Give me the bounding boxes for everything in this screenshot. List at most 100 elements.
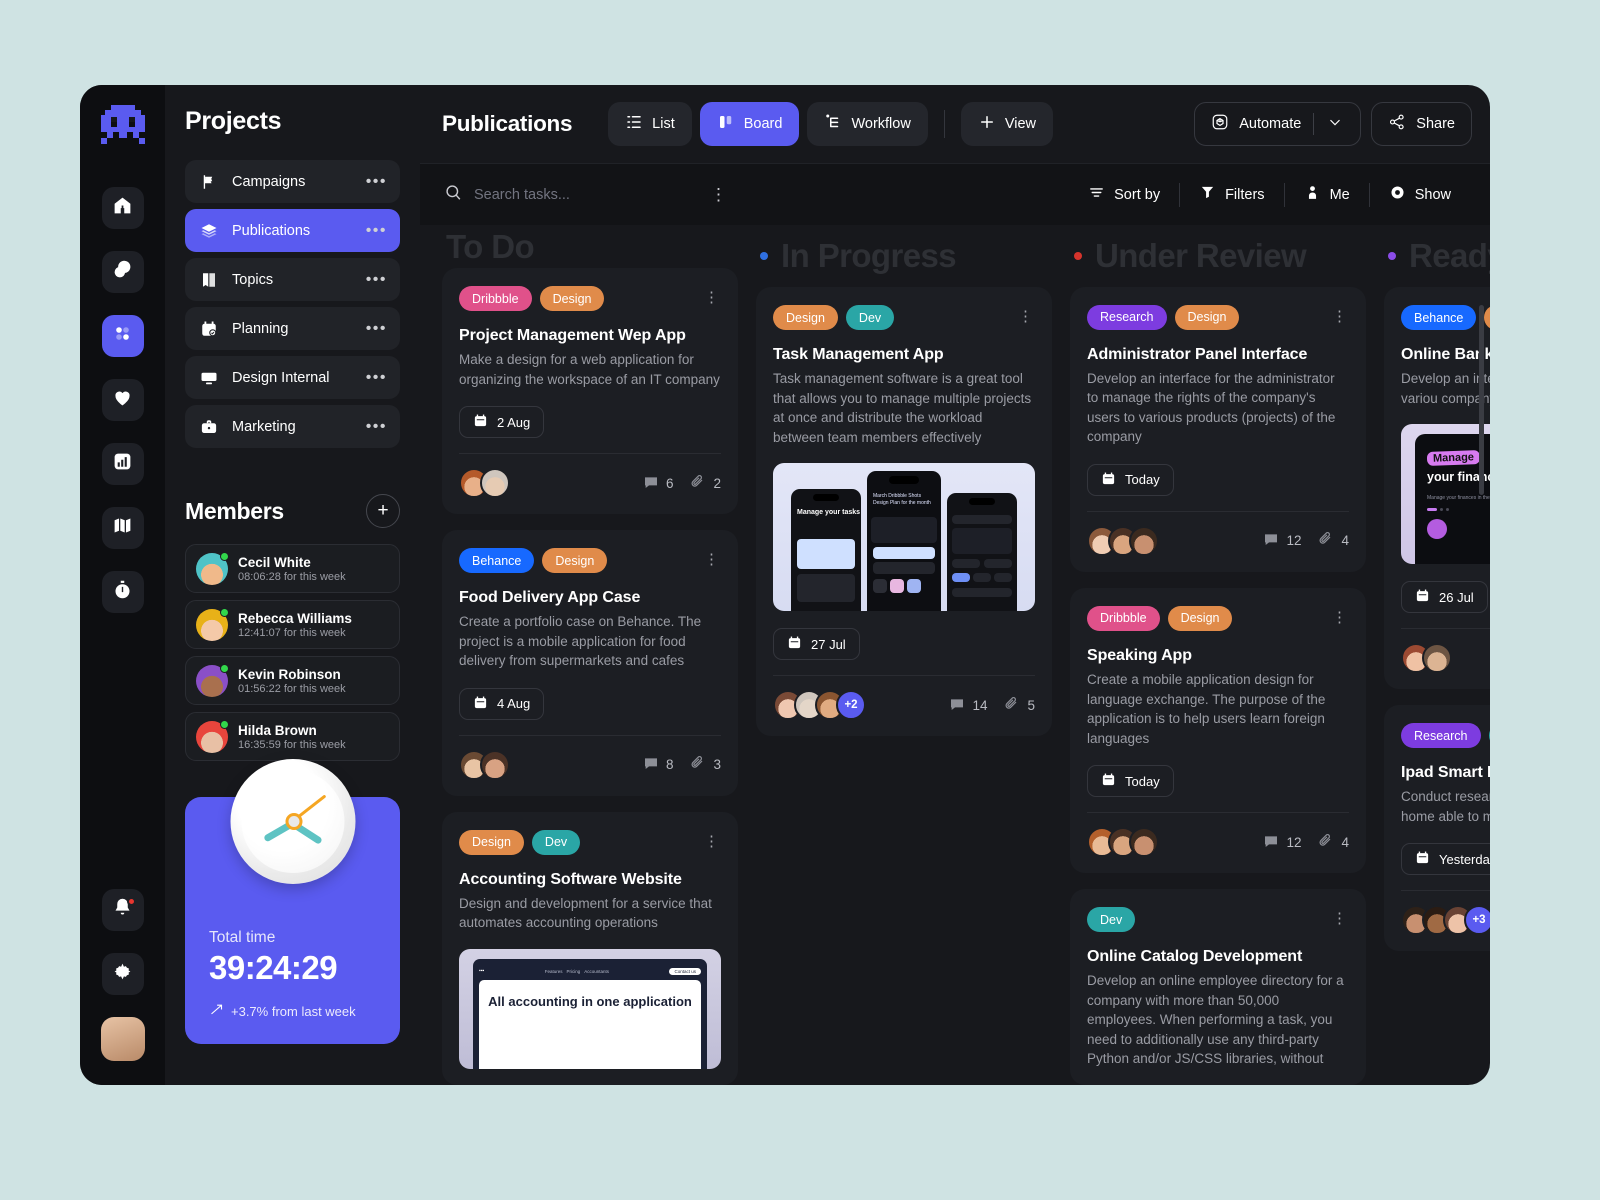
- task-card[interactable]: Behance De ⋮ Online Bank A Develop an in…: [1384, 287, 1490, 690]
- list-item[interactable]: Kevin Robinson 01:56:22 for this week: [185, 656, 400, 705]
- project-menu-icon[interactable]: •••: [366, 271, 387, 287]
- rail-item-analytics[interactable]: [101, 443, 144, 485]
- status-badge[interactable]: De: [1484, 305, 1490, 330]
- tab-list[interactable]: List: [608, 102, 692, 146]
- task-card[interactable]: Design Dev ⋮ Accounting Software Website…: [442, 811, 738, 1085]
- assignee-avatars[interactable]: [459, 749, 510, 780]
- task-card[interactable]: Behance Design ⋮ Food Delivery App Case …: [442, 530, 738, 796]
- list-item[interactable]: Cecil White 08:06:28 for this week: [185, 544, 400, 593]
- sidebar-item-marketing[interactable]: Marketing •••: [185, 405, 400, 448]
- sort-by-button[interactable]: Sort by: [1069, 182, 1179, 208]
- card-menu-icon[interactable]: ⋮: [702, 291, 721, 305]
- task-card[interactable]: Research D ⋮ Ipad Smart H Conduct resear…: [1384, 705, 1490, 952]
- sidebar-item-planning[interactable]: Planning •••: [185, 307, 400, 350]
- due-date-chip[interactable]: 27 Jul: [773, 628, 860, 661]
- list-item[interactable]: Rebecca Williams 12:41:07 for this week: [185, 600, 400, 649]
- rail-item-home[interactable]: [101, 187, 144, 229]
- search-box[interactable]: [444, 183, 704, 207]
- assignee-avatars[interactable]: [1401, 643, 1452, 674]
- status-badge[interactable]: Research: [1087, 304, 1167, 330]
- assignee-avatars[interactable]: [1087, 827, 1159, 858]
- search-more-icon[interactable]: ⋮: [710, 186, 727, 203]
- sidebar-item-topics[interactable]: Topics •••: [185, 258, 400, 301]
- kanban-board[interactable]: To Do Dribbble Design ⋮ Project Manageme…: [420, 225, 1490, 1085]
- status-badge[interactable]: Design: [459, 829, 524, 855]
- task-card[interactable]: Dribbble Design ⋮ Speaking App Create a …: [1070, 587, 1366, 874]
- status-badge[interactable]: Design: [539, 286, 605, 312]
- list-item[interactable]: Hilda Brown 16:35:59 for this week: [185, 712, 400, 761]
- project-menu-icon[interactable]: •••: [366, 173, 387, 189]
- automate-button[interactable]: Automate: [1194, 102, 1362, 146]
- status-badge[interactable]: Behance: [1401, 305, 1477, 330]
- extra-assignee-count[interactable]: +3: [1464, 905, 1490, 936]
- card-footer: +3: [1401, 890, 1490, 936]
- status-badge[interactable]: Dribbble: [459, 286, 532, 312]
- status-badge[interactable]: Dribbble: [1087, 605, 1160, 631]
- status-badge[interactable]: Behance: [459, 548, 535, 574]
- status-badge[interactable]: Design: [773, 305, 838, 330]
- project-menu-icon[interactable]: •••: [366, 418, 387, 434]
- card-menu-icon[interactable]: ⋮: [1330, 309, 1349, 323]
- rail-item-map[interactable]: [101, 507, 144, 549]
- scrollbar-thumb[interactable]: [1479, 305, 1484, 495]
- status-badge[interactable]: Dev: [531, 829, 581, 855]
- tab-workflow[interactable]: Workflow: [807, 102, 928, 146]
- sidebar-item-publications[interactable]: Publications •••: [185, 209, 400, 252]
- view-switcher: List Board Workflow: [608, 102, 928, 146]
- task-card[interactable]: Dev ⋮ Online Catalog Development Develop…: [1070, 889, 1366, 1085]
- avatar[interactable]: [100, 1017, 145, 1061]
- search-input[interactable]: [474, 186, 704, 203]
- card-menu-icon[interactable]: ⋮: [702, 553, 721, 567]
- rail-item-settings[interactable]: [101, 953, 144, 995]
- add-member-button[interactable]: +: [366, 494, 400, 528]
- status-badge[interactable]: Dev: [1087, 907, 1136, 933]
- filters-button[interactable]: Filters: [1180, 182, 1283, 208]
- task-card[interactable]: Dribbble Design ⋮ Project Management Wep…: [442, 268, 738, 515]
- sidebar-item-design-internal[interactable]: Design Internal •••: [185, 356, 400, 399]
- rail-item-messages[interactable]: [101, 251, 144, 293]
- share-button[interactable]: Share: [1371, 102, 1472, 146]
- card-menu-icon[interactable]: ⋮: [1016, 310, 1035, 324]
- chevron-down-icon[interactable]: [1326, 113, 1344, 135]
- due-date-chip[interactable]: 26 Jul: [1401, 581, 1488, 614]
- assignee-avatars[interactable]: [459, 468, 510, 499]
- tab-board[interactable]: Board: [699, 102, 800, 146]
- rail-item-notifications[interactable]: [101, 889, 144, 931]
- sidebar-item-campaigns[interactable]: Campaigns •••: [185, 160, 400, 203]
- board-scrollbar[interactable]: [1479, 305, 1484, 1071]
- me-filter-button[interactable]: Me: [1285, 182, 1369, 208]
- card-menu-icon[interactable]: ⋮: [1330, 912, 1349, 926]
- calendar-icon: [1415, 588, 1430, 606]
- task-card[interactable]: Research Design ⋮ Administrator Panel In…: [1070, 286, 1366, 572]
- due-date-chip[interactable]: Today: [1087, 765, 1174, 798]
- assignee-avatars[interactable]: +3: [1401, 905, 1490, 936]
- rail-item-favorites[interactable]: [101, 379, 144, 421]
- status-badge[interactable]: D: [1488, 723, 1490, 749]
- card-thumbnail[interactable]: ▪▪▪ Features Pricing Accountants Contact…: [459, 949, 721, 1069]
- due-date-chip[interactable]: Yesterday: [1401, 843, 1490, 876]
- status-badge[interactable]: Dev: [845, 305, 895, 330]
- assignee-avatars[interactable]: [1087, 525, 1159, 556]
- card-thumbnail[interactable]: Manage your finances wisely Manage your …: [1401, 424, 1490, 565]
- show-button[interactable]: Show: [1370, 182, 1470, 208]
- project-menu-icon[interactable]: •••: [366, 369, 387, 385]
- project-menu-icon[interactable]: •••: [366, 320, 387, 336]
- status-badge[interactable]: Design: [1167, 605, 1233, 631]
- status-badge[interactable]: Design: [542, 548, 608, 574]
- due-date-chip[interactable]: Today: [1087, 463, 1174, 496]
- card-menu-icon[interactable]: ⋮: [702, 834, 721, 848]
- status-badge[interactable]: Design: [1174, 304, 1240, 330]
- rail-item-projects[interactable]: [101, 315, 144, 357]
- rail-item-timer[interactable]: [101, 571, 144, 613]
- task-card[interactable]: Design Dev ⋮ Task Management App Task ma…: [756, 287, 1052, 737]
- due-date-chip[interactable]: 4 Aug: [459, 687, 545, 720]
- extra-assignee-count[interactable]: +2: [836, 690, 866, 721]
- card-menu-icon[interactable]: ⋮: [1330, 610, 1349, 624]
- add-view-button[interactable]: View: [960, 102, 1053, 146]
- status-badge[interactable]: Research: [1401, 723, 1481, 749]
- thumb-headline: All accounting in one application: [488, 994, 692, 1009]
- project-menu-icon[interactable]: •••: [366, 222, 387, 238]
- assignee-avatars[interactable]: +2: [773, 690, 866, 721]
- due-date-chip[interactable]: 2 Aug: [459, 406, 545, 439]
- card-thumbnail[interactable]: Manage your tasks March Dribbble Shots D…: [773, 463, 1035, 612]
